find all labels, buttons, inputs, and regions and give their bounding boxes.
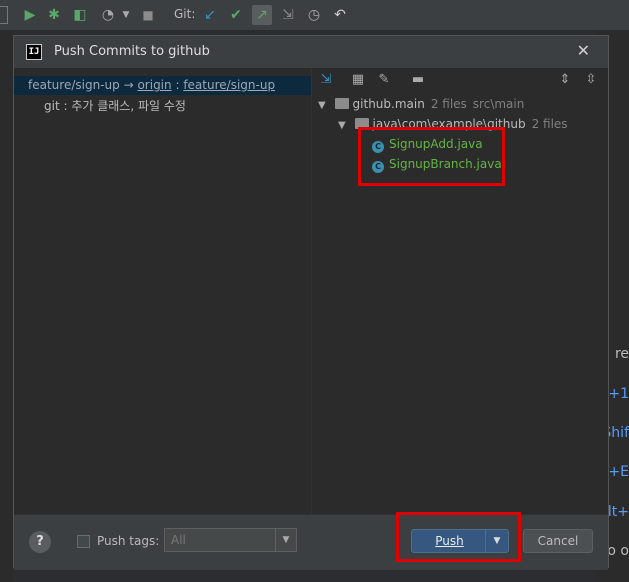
branch-separator: : <box>175 78 180 92</box>
tags-select[interactable]: All ▼ <box>164 528 297 552</box>
show-diff-icon[interactable]: ▬ <box>408 70 428 90</box>
commits-pane: feature/sign-up → origin : feature/sign-… <box>14 68 312 514</box>
history-icon[interactable]: ◷ <box>304 5 324 25</box>
intellij-app-icon: IJ <box>26 44 42 60</box>
coverage-icon[interactable]: ◧ <box>70 5 90 25</box>
push-tags-label: Push tags: <box>97 534 160 548</box>
editor-fragment: +E <box>608 464 629 480</box>
editor-left-gutter <box>0 30 13 582</box>
pull-requests-icon[interactable]: ⇲ <box>278 5 298 25</box>
expand-all-icon[interactable]: ⇕ <box>555 70 575 90</box>
close-icon[interactable]: ✕ <box>577 41 590 60</box>
config-dropdown-edge[interactable] <box>0 6 8 24</box>
dialog-titlebar: IJ Push Commits to github ✕ <box>14 36 608 68</box>
branch-arrow: → <box>123 78 134 92</box>
editor-fragment: +1 <box>608 386 629 402</box>
editor-fragment: re <box>614 346 629 362</box>
highlight-box-push <box>396 512 521 562</box>
help-icon[interactable]: ? <box>29 531 51 553</box>
chevron-down-icon[interactable]: ▼ <box>338 120 346 131</box>
commit-icon[interactable]: ✔ <box>226 5 246 25</box>
dialog-title: Push Commits to github <box>54 44 210 59</box>
commit-item[interactable]: git : 추가 클래스, 파일 수정 <box>44 97 186 114</box>
git-label: Git: <box>174 7 196 21</box>
tags-select-value: All <box>171 533 186 547</box>
highlight-box-files <box>358 127 505 186</box>
debug-icon[interactable]: ✱ <box>44 5 64 25</box>
stop-icon[interactable]: ■ <box>138 5 158 25</box>
ide-toolbar: ▶ ✱ ◧ ◔ ▼ ■ Git: ↙ ✔ ↗ ⇲ ◷ ↶ <box>0 0 629 31</box>
profile-icon[interactable]: ◔ <box>98 5 118 25</box>
module-node[interactable]: ▼ github.main 2 files src\main <box>318 97 524 111</box>
cancel-button[interactable]: Cancel <box>523 529 593 553</box>
module-name: github.main <box>352 97 425 111</box>
rollback-icon[interactable]: ↶ <box>330 5 350 25</box>
collapse-changes-icon[interactable]: ⇲ <box>316 70 336 90</box>
remote-branch-link[interactable]: feature/sign-up <box>183 78 275 92</box>
run-icon[interactable]: ▶ <box>20 5 40 25</box>
edit-source-icon[interactable]: ✎ <box>374 70 394 90</box>
chevron-down-icon[interactable]: ▼ <box>116 5 136 25</box>
module-file-count: 2 files <box>430 97 467 111</box>
push-tags-checkbox[interactable] <box>77 535 90 548</box>
chevron-down-icon[interactable]: ▼ <box>275 529 296 551</box>
branch-mapping: feature/sign-up → origin : feature/sign-… <box>28 78 275 92</box>
local-branch: feature/sign-up <box>28 78 120 92</box>
remote-link[interactable]: origin <box>137 78 171 92</box>
module-path: src\main <box>472 97 525 111</box>
chevron-down-icon[interactable]: ▼ <box>318 100 326 111</box>
package-file-count: 2 files <box>531 117 568 131</box>
group-by-icon[interactable]: ▦ <box>348 70 368 90</box>
collapse-all-icon[interactable]: ⇳ <box>581 70 601 90</box>
push-icon[interactable]: ↗ <box>252 5 272 25</box>
editor-fragment: o o <box>607 543 629 559</box>
module-folder-icon <box>334 98 349 109</box>
push-commits-dialog: IJ Push Commits to github ✕ feature/sign… <box>13 35 609 570</box>
update-project-icon[interactable]: ↙ <box>200 5 220 25</box>
